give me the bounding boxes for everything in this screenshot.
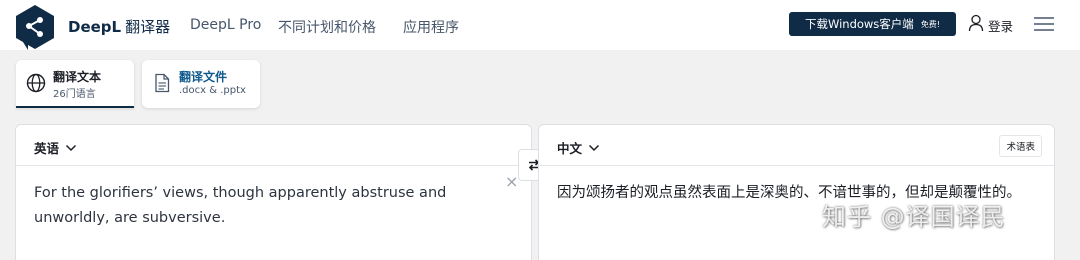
download-windows-button[interactable]: 下载Windows客户端 免费! [789, 12, 956, 36]
tab-translate-text-subtitle: 26门语言 [53, 89, 96, 100]
target-panel-header: 中文 术语表 [539, 125, 1054, 166]
login-link[interactable]: 登录 [988, 16, 1013, 35]
tab-translate-text-title: 翻译文本 [53, 70, 102, 84]
target-panel: 中文 术语表 因为颂扬者的观点虽然表面上是深奥的、不谙世事的，但却是颠覆性的。 [538, 124, 1055, 260]
source-language-select[interactable]: 英语 [34, 138, 77, 157]
chevron-down-icon [65, 144, 77, 151]
source-text-input[interactable]: For the glorifiers’ views, though appare… [34, 181, 474, 231]
tab-translate-files-subtitle: .docx & .pptx [179, 85, 246, 96]
nav-plans-pricing[interactable]: 不同计划和价格 [278, 17, 376, 37]
globe-icon [26, 73, 46, 93]
tab-translate-text[interactable]: 翻译文本 26门语言 [16, 60, 134, 108]
user-icon[interactable] [968, 14, 984, 32]
free-badge: 免费! [920, 19, 941, 29]
nav-apps[interactable]: 应用程序 [403, 17, 459, 37]
hamburger-menu-icon[interactable] [1033, 15, 1055, 33]
deepl-logo-icon[interactable] [14, 4, 56, 50]
source-language-label: 英语 [34, 141, 60, 156]
top-header: DeepL 翻译器 DeepL Pro 不同计划和价格 应用程序 下载Window… [0, 0, 1080, 50]
tab-translate-files[interactable]: 翻译文件 .docx & .pptx [142, 60, 260, 108]
tab-translate-files-title: 翻译文件 [179, 70, 228, 84]
brand-title[interactable]: DeepL 翻译器 [68, 16, 170, 37]
brand-product: 翻译器 [125, 18, 171, 36]
source-panel-header: 英语 [16, 125, 531, 166]
source-panel: 英语 For the glorifiers’ views, though app… [15, 124, 532, 260]
chevron-down-icon [588, 144, 600, 151]
nav-deepl-pro[interactable]: DeepL Pro [190, 17, 261, 33]
target-language-select[interactable]: 中文 [557, 138, 600, 157]
zhihu-watermark: 知乎 @译国译民 [822, 203, 1006, 231]
document-icon [155, 73, 170, 93]
target-language-label: 中文 [557, 141, 583, 156]
brand-name: DeepL [68, 18, 122, 36]
download-button-label: 下载Windows客户端 [804, 17, 914, 31]
glossary-button[interactable]: 术语表 [999, 135, 1042, 157]
clear-text-icon[interactable]: × [505, 172, 518, 191]
